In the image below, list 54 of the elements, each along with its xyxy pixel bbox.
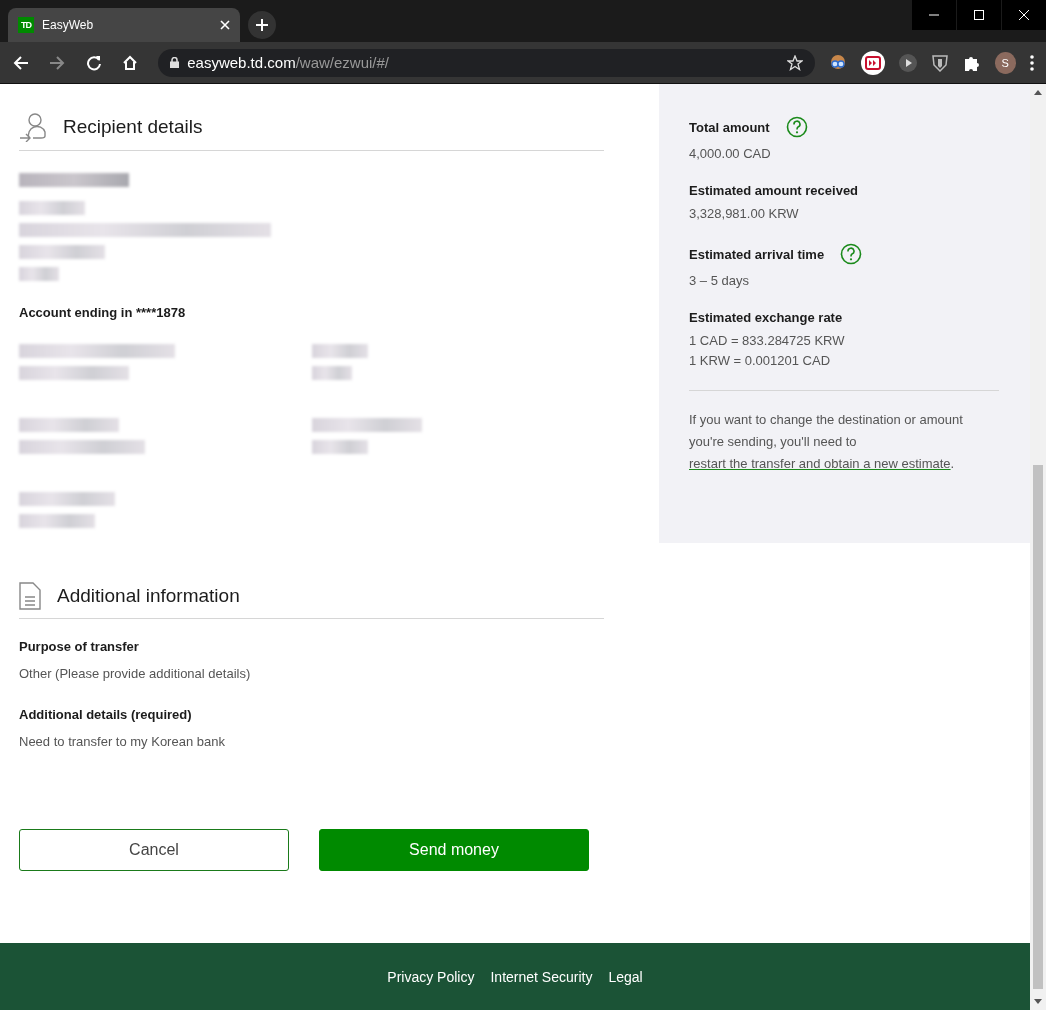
summary-label: Estimated amount received (689, 183, 859, 198)
summary-value: 4,000.00 CAD (689, 146, 772, 161)
url-text: easyweb.td.com/waw/ezwui/#/ (187, 54, 389, 71)
close-icon[interactable] (220, 20, 230, 30)
reload-icon[interactable] (85, 54, 103, 71)
redacted-text (312, 366, 352, 380)
summary-label: Estimated exchange rate (689, 310, 843, 325)
section-title: Recipient details (63, 116, 203, 138)
restart-link[interactable]: restart the transfer and obtain a new estimate (689, 456, 951, 471)
profile-avatar[interactable]: S (994, 51, 1016, 74)
plus-icon[interactable] (255, 18, 269, 32)
back-icon[interactable] (12, 54, 30, 71)
redacted-text (312, 344, 368, 358)
summary-value: 3 – 5 days (689, 273, 750, 288)
summary-value: 1 KRW = 0.001201 CAD (689, 353, 832, 368)
section-title: Additional information (57, 585, 240, 607)
redacted-text (19, 267, 59, 281)
footer-link[interactable]: Legal (608, 968, 643, 985)
new-tab-button[interactable] (248, 11, 276, 39)
lock-icon (170, 57, 180, 68)
play-icon[interactable] (898, 53, 917, 72)
field-value: Need to transfer to my Korean bank (19, 734, 226, 749)
help-icon[interactable] (840, 243, 863, 265)
estimate-note: If you want to change the destination or amount you're sending, you'll need to restart the transfer and obtain a new estimate. (689, 411, 964, 473)
extension-icon[interactable] (860, 50, 885, 75)
summary-label: Estimated arrival time (689, 246, 825, 262)
scrollbar-thumb[interactable] (1033, 465, 1043, 989)
tab-title[interactable]: EasyWeb (42, 18, 212, 32)
scroll-down-icon[interactable] (1034, 999, 1042, 1004)
footer-link[interactable]: Privacy Policy (387, 968, 475, 985)
forward-icon[interactable] (48, 54, 67, 71)
help-icon[interactable] (785, 116, 808, 138)
redacted-text (312, 440, 368, 454)
summary-value: 3,328,981.00 KRW (689, 206, 800, 221)
field-value: Other (Please provide additional details) (19, 666, 252, 681)
document-icon (19, 582, 41, 610)
redacted-text (19, 201, 85, 215)
field-label: Additional details (required) (19, 707, 193, 722)
extension-icon[interactable] (828, 53, 847, 72)
menu-icon[interactable] (1030, 54, 1034, 71)
account-label: Account ending in ****1878 (19, 305, 187, 320)
cancel-button[interactable]: Cancel (19, 829, 289, 871)
scroll-up-icon[interactable] (1034, 90, 1042, 95)
footer-link[interactable]: Internet Security (490, 968, 593, 985)
person-arrow-icon (19, 112, 47, 142)
address-bar[interactable]: easyweb.td.com/waw/ezwui/#/ (158, 48, 815, 77)
maximize-icon[interactable] (957, 0, 1001, 30)
field-label: Purpose of transfer (19, 639, 140, 654)
send-money-button[interactable]: Send money (319, 829, 589, 871)
summary-value: 1 CAD = 833.284725 KRW (689, 333, 846, 348)
star-icon[interactable] (786, 54, 803, 71)
td-logo-icon: TD (18, 17, 34, 33)
shield-icon[interactable] (930, 53, 949, 72)
summary-label: Total amount (689, 119, 770, 135)
